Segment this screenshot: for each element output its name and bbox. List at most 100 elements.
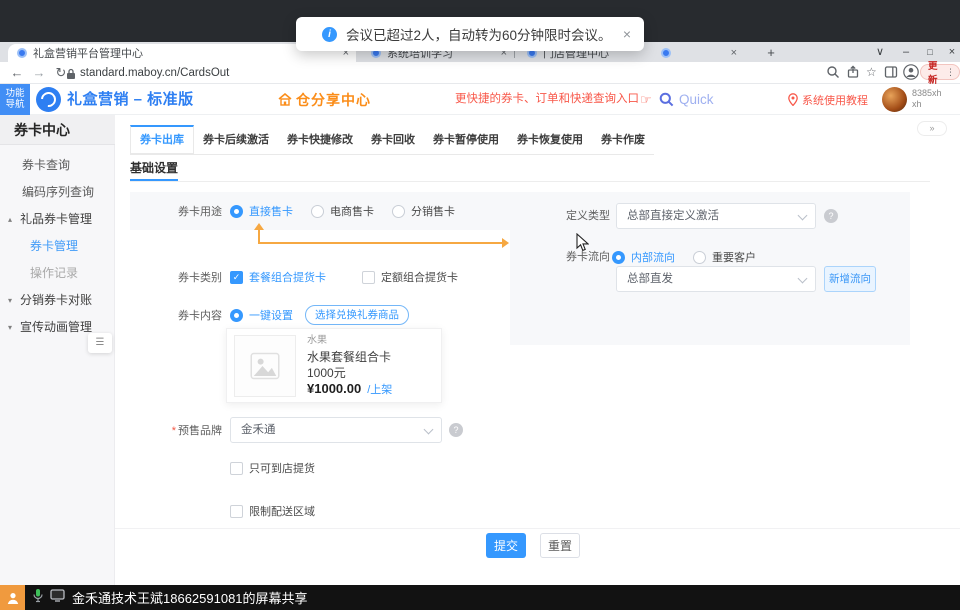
presale-brand-help-icon[interactable]: ?: [449, 423, 463, 437]
minimize-button[interactable]: –: [896, 44, 916, 62]
checkbox-fixed-combo-card-label[interactable]: 定额组合提货卡: [381, 269, 458, 285]
product-name: 水果套餐组合卡: [307, 349, 392, 365]
panel-collapse-button[interactable]: »: [917, 121, 947, 136]
person-icon: [6, 591, 20, 605]
user-avatar[interactable]: [882, 87, 907, 112]
define-type-select[interactable]: 总部直接定义激活: [616, 203, 816, 229]
username-sub: xh: [912, 99, 942, 110]
sharing-user-icon: [0, 585, 25, 610]
checkbox-store-pickup-only-label[interactable]: 只可到店提货: [249, 460, 315, 476]
forward-button[interactable]: →: [30, 62, 48, 84]
sidebar-item-code-sequence-query[interactable]: 编码序列查询: [0, 179, 115, 206]
card-flow-options: 内部流向 重要客户: [612, 248, 756, 266]
caret-down-icon: ▾: [8, 287, 12, 314]
tutorial-link[interactable]: 系统使用教程: [788, 84, 868, 115]
url-address-bar[interactable]: standard.maboy.cn/CardsOut: [80, 62, 229, 84]
sidebar-item-operation-log[interactable]: 操作记录: [0, 260, 115, 287]
define-type-help-icon[interactable]: ?: [824, 209, 838, 223]
radio-ecommerce-sale[interactable]: [311, 205, 324, 218]
radio-distribution-sale[interactable]: [392, 205, 405, 218]
product-status-link[interactable]: /上架: [367, 384, 392, 396]
presale-brand-value: 金禾通: [231, 418, 441, 442]
screen: 礼盒营销平台管理中心 × 系统培训学习 × 门店管理中心 × + ∨ – □ ×…: [0, 0, 960, 610]
sidebar-collapse-handle[interactable]: ☰: [88, 333, 112, 353]
sidebar-item-distribution-reconciliation[interactable]: ▾ 分销券卡对账: [0, 287, 115, 314]
product-denomination: 1000元: [307, 365, 392, 381]
microphone-icon[interactable]: [33, 588, 43, 608]
screen-share-icon: [50, 589, 65, 607]
toast-close-icon[interactable]: ×: [623, 26, 631, 42]
radio-important-customer-label[interactable]: 重要客户: [712, 249, 756, 265]
sidebar-item-label: 宣传动画管理: [20, 320, 92, 334]
radio-direct-sale-label[interactable]: 直接售卡: [249, 203, 293, 219]
tab-card-quick-edit[interactable]: 券卡快捷修改: [278, 125, 362, 154]
side-panel-icon[interactable]: [884, 65, 898, 84]
checkbox-fixed-combo-card[interactable]: [362, 271, 375, 284]
presale-brand-row: *预售品牌: [130, 417, 230, 443]
checkbox-store-pickup-only[interactable]: [230, 462, 243, 475]
tab-card-void[interactable]: 券卡作废: [592, 125, 654, 154]
sidebar-item-card-management-active[interactable]: 券卡管理: [0, 233, 115, 260]
function-nav-toggle[interactable]: 功能 导航: [0, 84, 30, 115]
profile-icon[interactable]: [903, 64, 919, 85]
radio-one-key-setup[interactable]: [230, 309, 243, 322]
choose-gift-products-button[interactable]: 选择兑换礼券商品: [305, 305, 409, 325]
tab-card-followup-activation[interactable]: 券卡后续激活: [194, 125, 278, 154]
app-title: 礼盒营销 – 标准版: [67, 84, 194, 115]
toast-notification: i 会议已超过2人，自动转为60分钟限时会议。 ×: [296, 17, 644, 51]
window-close-button[interactable]: ×: [942, 44, 960, 62]
caret-down-icon: ▾: [8, 314, 12, 341]
radio-internal-flow[interactable]: [612, 251, 625, 264]
share-icon[interactable]: [846, 65, 860, 84]
new-tab-button[interactable]: +: [762, 45, 780, 61]
sidebar-item-card-query[interactable]: 券卡查询: [0, 152, 115, 179]
tab-card-recycle[interactable]: 券卡回收: [362, 125, 424, 154]
reset-button[interactable]: 重置: [540, 533, 580, 558]
tab-card-suspend[interactable]: 券卡暂停使用: [424, 125, 508, 154]
site-favicon-icon: [661, 48, 671, 58]
checkbox-limit-delivery-region[interactable]: [230, 505, 243, 518]
share-center-label: 仓分享中心: [296, 90, 371, 110]
card-usage-label: 券卡用途: [130, 203, 222, 219]
radio-distribution-sale-label[interactable]: 分销售卡: [411, 203, 455, 219]
radio-direct-sale[interactable]: [230, 205, 243, 218]
sidebar-item-label: 分销券卡对账: [20, 293, 92, 307]
tab-card-resume[interactable]: 券卡恢复使用: [508, 125, 592, 154]
logo-ring: [38, 89, 59, 110]
tab-close-icon[interactable]: ×: [724, 47, 744, 59]
promo-text: 更快捷的券卡、订单和快递查询入口: [455, 84, 639, 115]
bookmark-star-icon[interactable]: ☆: [866, 62, 877, 84]
browser-update-button[interactable]: 更新 ⋮: [920, 64, 960, 80]
quick-label: Quick: [679, 92, 714, 107]
sidebar-item-gift-card-management[interactable]: ▴ 礼品券卡管理: [0, 206, 115, 233]
quick-search-icon: [659, 92, 674, 107]
pickup-only-row: 只可到店提货: [230, 460, 315, 476]
share-center-link[interactable]: 仓分享中心: [278, 84, 371, 115]
more-menu-icon[interactable]: ⋮: [946, 67, 955, 78]
add-flow-button[interactable]: 新增流向: [824, 266, 876, 292]
checkbox-combo-pickup-card-label[interactable]: 套餐组合提货卡: [249, 269, 326, 285]
presale-brand-select[interactable]: 金禾通: [230, 417, 442, 443]
browser-tab[interactable]: ×: [652, 44, 744, 62]
main-tabbar: 券卡出库 券卡后续激活 券卡快捷修改 券卡回收 券卡暂停使用 券卡恢复使用 券卡…: [130, 125, 654, 155]
back-button[interactable]: ←: [8, 62, 26, 84]
radio-internal-flow-label[interactable]: 内部流向: [631, 249, 675, 265]
flow-direction-select[interactable]: 总部直发: [616, 266, 816, 292]
footer-divider: [115, 528, 960, 529]
radio-ecommerce-sale-label[interactable]: 电商售卡: [330, 203, 374, 219]
user-meta: 8385xh xh: [912, 88, 942, 110]
submit-button[interactable]: 提交: [486, 533, 526, 558]
sidebar-item-label: 礼品券卡管理: [20, 212, 92, 226]
subtab-basic-settings[interactable]: 基础设置: [130, 156, 178, 180]
radio-one-key-setup-label[interactable]: 一键设置: [249, 307, 293, 323]
checkbox-combo-pickup-card[interactable]: ✓: [230, 271, 243, 284]
checkbox-limit-delivery-region-label[interactable]: 限制配送区域: [249, 503, 315, 519]
radio-important-customer[interactable]: [693, 251, 706, 264]
quick-search-link[interactable]: Quick: [659, 84, 714, 115]
screen-share-taskbar: 金禾通技术王斌18662591081的屏幕共享: [0, 585, 960, 610]
tab-card-outbound[interactable]: 券卡出库: [130, 125, 194, 154]
zoom-icon[interactable]: [826, 65, 840, 84]
flow-arrow-horizontal: [258, 242, 502, 244]
presale-brand-label-text: 预售品牌: [178, 425, 222, 437]
window-menu-chevron[interactable]: ∨: [870, 44, 890, 62]
